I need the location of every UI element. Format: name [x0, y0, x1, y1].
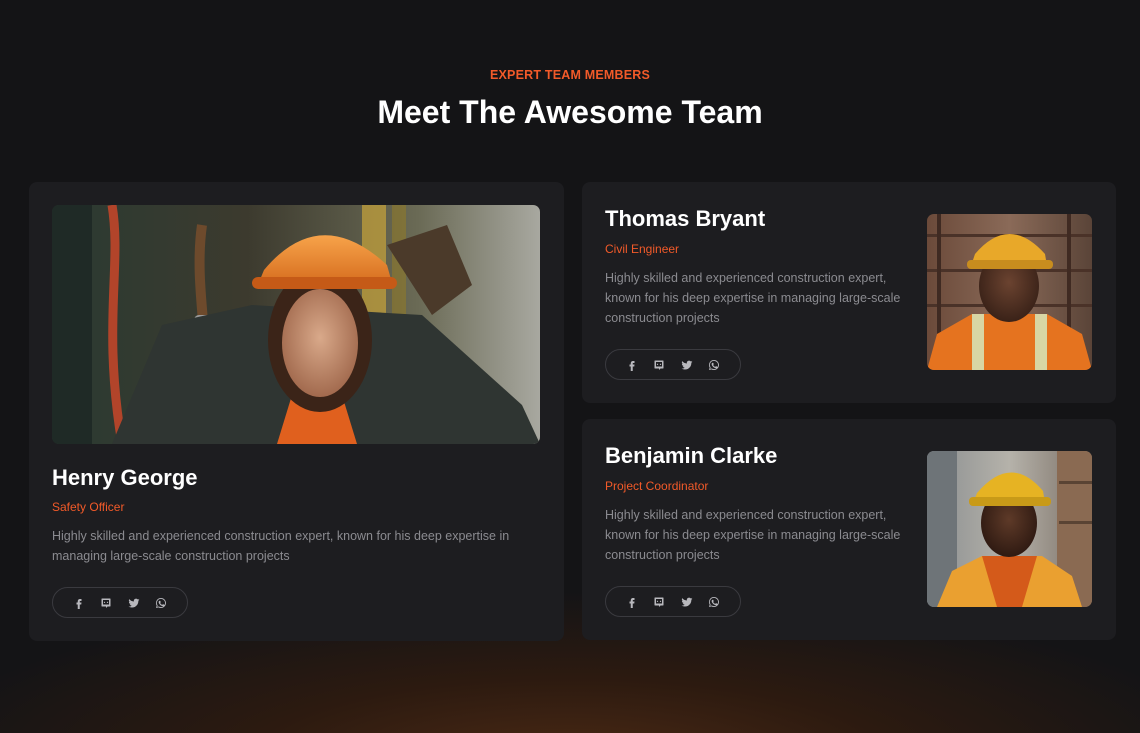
- discord-icon[interactable]: [651, 357, 667, 373]
- member-bio: Highly skilled and experienced construct…: [605, 508, 901, 562]
- whatsapp-icon[interactable]: [706, 357, 722, 373]
- section-title: Meet The Awesome Team: [377, 94, 763, 130]
- member-role: Project Coordinator: [605, 479, 709, 493]
- member-photo: [927, 451, 1092, 607]
- section-eyebrow: EXPERT TEAM MEMBERS: [489, 68, 651, 82]
- member-name: Henry George: [52, 465, 198, 490]
- team-card-henry-george: Henry George Safety Officer Highly skill…: [29, 182, 564, 641]
- member-photo: [927, 214, 1092, 370]
- member-bio: Highly skilled and experienced construct…: [605, 271, 901, 325]
- member-role: Civil Engineer: [605, 242, 680, 256]
- facebook-icon[interactable]: [71, 595, 87, 611]
- discord-icon[interactable]: [651, 594, 667, 610]
- member-role: Safety Officer: [52, 500, 125, 514]
- whatsapp-icon[interactable]: [153, 595, 169, 611]
- social-links: [605, 586, 741, 617]
- social-links: [52, 587, 188, 618]
- twitter-icon[interactable]: [126, 595, 142, 611]
- social-links: [605, 349, 741, 380]
- whatsapp-icon[interactable]: [706, 594, 722, 610]
- team-card-benjamin-clarke: Benjamin Clarke Project Coordinator High…: [582, 419, 1116, 640]
- team-card-thomas-bryant: Thomas Bryant Civil Engineer Highly skil…: [582, 182, 1116, 403]
- member-name: Thomas Bryant: [605, 206, 766, 231]
- member-name: Benjamin Clarke: [605, 443, 778, 468]
- facebook-icon[interactable]: [624, 594, 640, 610]
- member-bio: Highly skilled and experienced construct…: [52, 529, 510, 563]
- member-photo: [52, 205, 540, 444]
- twitter-icon[interactable]: [679, 357, 695, 373]
- discord-icon[interactable]: [98, 595, 114, 611]
- facebook-icon[interactable]: [624, 357, 640, 373]
- twitter-icon[interactable]: [679, 594, 695, 610]
